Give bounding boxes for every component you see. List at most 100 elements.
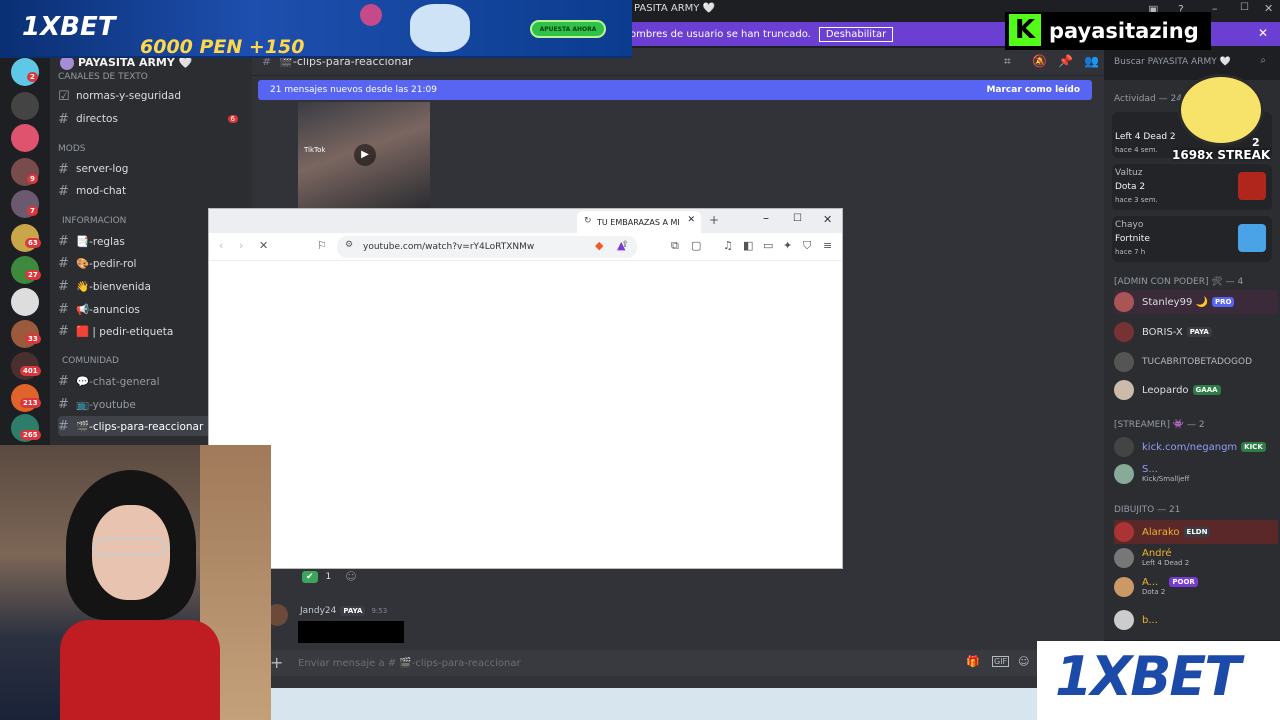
server-badge: 9 xyxy=(27,174,38,184)
message-time: 9:53 xyxy=(371,607,388,615)
activity-game: Fortnite xyxy=(1115,234,1150,244)
browser-tab[interactable]: ↻ TU EMBARAZAS A MI ✕ xyxy=(577,211,701,233)
activity-card[interactable]: Valtuz Dota 2 hace 3 sem. xyxy=(1112,164,1272,210)
sidebar-icon[interactable]: ◧ xyxy=(743,239,753,252)
member-name: Stanley99 🌙 xyxy=(1142,296,1208,308)
sidebar-toggle-icon[interactable]: ▢ xyxy=(691,239,701,252)
category-fragment: Canales de texto xyxy=(58,72,148,82)
add-attachment-icon[interactable]: + xyxy=(270,653,283,672)
server-badge: 27 xyxy=(25,270,41,280)
close-tab-icon[interactable]: ✕ xyxy=(687,215,695,225)
forward-icon[interactable]: › xyxy=(239,239,243,252)
bookmark-icon[interactable]: ⚐ xyxy=(317,239,327,252)
disable-button[interactable]: Deshabilitar xyxy=(818,26,894,42)
server-icon[interactable] xyxy=(11,288,39,316)
ad-cta-button[interactable]: APUESTA AHORA xyxy=(530,20,606,38)
new-messages-bar[interactable]: 21 mensajes nuevos desde las 21:09 Marca… xyxy=(258,80,1092,100)
category-informacion[interactable]: INFORMACION xyxy=(62,216,126,226)
site-settings-icon[interactable]: ⚙ xyxy=(345,240,353,250)
hash-icon: # xyxy=(58,396,69,412)
server-badge: 401 xyxy=(20,366,41,376)
role-tag: GAAA xyxy=(1192,385,1221,395)
maximize-icon[interactable]: ☐ xyxy=(1240,2,1249,13)
server-icon[interactable] xyxy=(11,92,39,120)
message-author[interactable]: Jandy24 xyxy=(300,606,336,616)
brave-rewards-icon[interactable]: ▲ xyxy=(617,239,625,252)
hash-icon: # xyxy=(58,323,69,339)
wallet-icon[interactable]: ▭ xyxy=(763,239,773,252)
member-item[interactable]: Stanley99 🌙 PRO xyxy=(1114,290,1278,314)
member-item[interactable]: Leopardo GAAA xyxy=(1114,378,1278,402)
leo-ai-icon[interactable]: ✦ xyxy=(783,239,792,252)
member-item[interactable]: S... Kick/Smalljeff xyxy=(1114,464,1278,488)
pin-icon[interactable]: 📌 xyxy=(1058,54,1073,68)
channel-mod-chat[interactable]: # mod-chat xyxy=(58,181,246,201)
channel-label: 📺-youtube xyxy=(76,398,136,411)
sticker-icon[interactable]: ☺ xyxy=(1018,655,1029,668)
browser-window: ↻ TU EMBARAZAS A MI ✕ + – ☐ ✕ ‹ › ✕ ⚐ ⚙ … xyxy=(208,208,843,569)
role-tag: PAYA xyxy=(1186,327,1212,337)
tiktok-video-embed[interactable]: TikTok ▶ xyxy=(298,102,430,210)
channel-label: 📢-anuncios xyxy=(76,303,140,316)
minimize-icon[interactable]: – xyxy=(763,211,769,225)
close-window-icon[interactable]: ✕ xyxy=(1264,2,1273,15)
threads-icon[interactable]: ⌗ xyxy=(1004,54,1011,69)
maximize-icon[interactable]: ☐ xyxy=(793,213,802,224)
hash-icon: # xyxy=(58,183,69,199)
dota-icon xyxy=(1238,172,1266,200)
avatar xyxy=(1114,437,1134,457)
member-list-icon[interactable]: 👥 xyxy=(1084,54,1099,68)
activity-time: hace 4 sem. xyxy=(1115,146,1158,154)
address-bar[interactable]: ⚙ youtube.com/watch?v=rY4LoRTXNMw ⇪ xyxy=(337,236,637,258)
channel-label: mod-chat xyxy=(76,185,127,197)
member-item[interactable]: kick.com/negangm KICK xyxy=(1114,435,1278,459)
member-item[interactable]: BORIS-X PAYA xyxy=(1114,320,1278,344)
activity-card[interactable]: Chayo Fortnite hace 7 h xyxy=(1112,216,1272,262)
mute-icon[interactable]: 🔕 xyxy=(1032,54,1047,68)
server-icon[interactable] xyxy=(11,124,39,152)
back-icon[interactable]: ‹ xyxy=(219,239,223,252)
member-item[interactable]: TUCABRITOBETADOGOD xyxy=(1114,350,1278,374)
close-notice-icon[interactable]: ✕ xyxy=(1258,26,1268,40)
planet-icon xyxy=(360,4,382,26)
extensions-icon[interactable]: ⧉ xyxy=(671,239,679,253)
channel-server-log[interactable]: # server-log xyxy=(58,159,246,179)
channel-label: 📑-reglas xyxy=(76,235,125,248)
search-input[interactable]: Buscar PAYASITA ARMY 🤍 ⌕ xyxy=(1108,52,1272,72)
member-item[interactable]: André Left 4 Dead 2 xyxy=(1114,548,1278,572)
category-mods[interactable]: MODS xyxy=(58,144,86,154)
gif-icon[interactable]: GIF xyxy=(992,656,1010,667)
play-icon[interactable]: ▶ xyxy=(354,144,376,166)
member-item[interactable]: b... xyxy=(1114,608,1278,632)
member-item[interactable]: Alarako ELDN xyxy=(1114,520,1278,544)
role-header-dibujito: DIBUJITO — 21 xyxy=(1114,505,1181,515)
bottom-corner-ad[interactable]: 1XBET xyxy=(1037,641,1280,720)
vpn-icon[interactable]: ⛉ xyxy=(803,239,811,253)
minimize-icon[interactable]: – xyxy=(1212,2,1218,15)
ad-promo: 6000 PEN +150 xyxy=(140,36,305,58)
bottom-strip xyxy=(271,688,1037,720)
channel-normas[interactable]: ☑ normas-y-seguridad xyxy=(58,86,246,106)
message-input[interactable]: + Enviar mensaje a # 🎬-clips-para-reacci… xyxy=(266,650,1046,676)
new-tab-icon[interactable]: + xyxy=(709,213,719,227)
activity-user: Valtuz xyxy=(1115,168,1143,178)
top-banner-ad[interactable]: 1XBET 6000 PEN +150 APUESTA AHORA xyxy=(0,0,632,58)
brave-shields-icon[interactable]: ◆ xyxy=(595,239,603,252)
stop-icon[interactable]: ✕ xyxy=(259,239,268,252)
member-item[interactable]: A... Dota 2 POOR xyxy=(1114,577,1278,601)
role-tag: PRO xyxy=(1211,297,1235,307)
category-comunidad[interactable]: COMUNIDAD xyxy=(62,356,119,366)
activity-header: Actividad — 24 xyxy=(1114,94,1182,104)
check-reaction-icon[interactable]: ✔ xyxy=(302,570,318,583)
channel-directos[interactable]: # directos 6 xyxy=(58,109,246,129)
mark-read-button[interactable]: Marcar como leído xyxy=(986,85,1080,95)
fortnite-icon xyxy=(1238,224,1266,252)
gift-icon[interactable]: 🎁 xyxy=(966,655,980,668)
avatar xyxy=(1114,322,1134,342)
loading-icon: ↻ xyxy=(584,216,592,226)
kick-username: payasitazing xyxy=(1049,19,1199,43)
music-icon[interactable]: ♫ xyxy=(723,239,733,252)
add-reaction-icon[interactable]: ☺ xyxy=(345,570,356,583)
close-window-icon[interactable]: ✕ xyxy=(823,213,832,226)
menu-icon[interactable]: ≡ xyxy=(823,239,832,252)
